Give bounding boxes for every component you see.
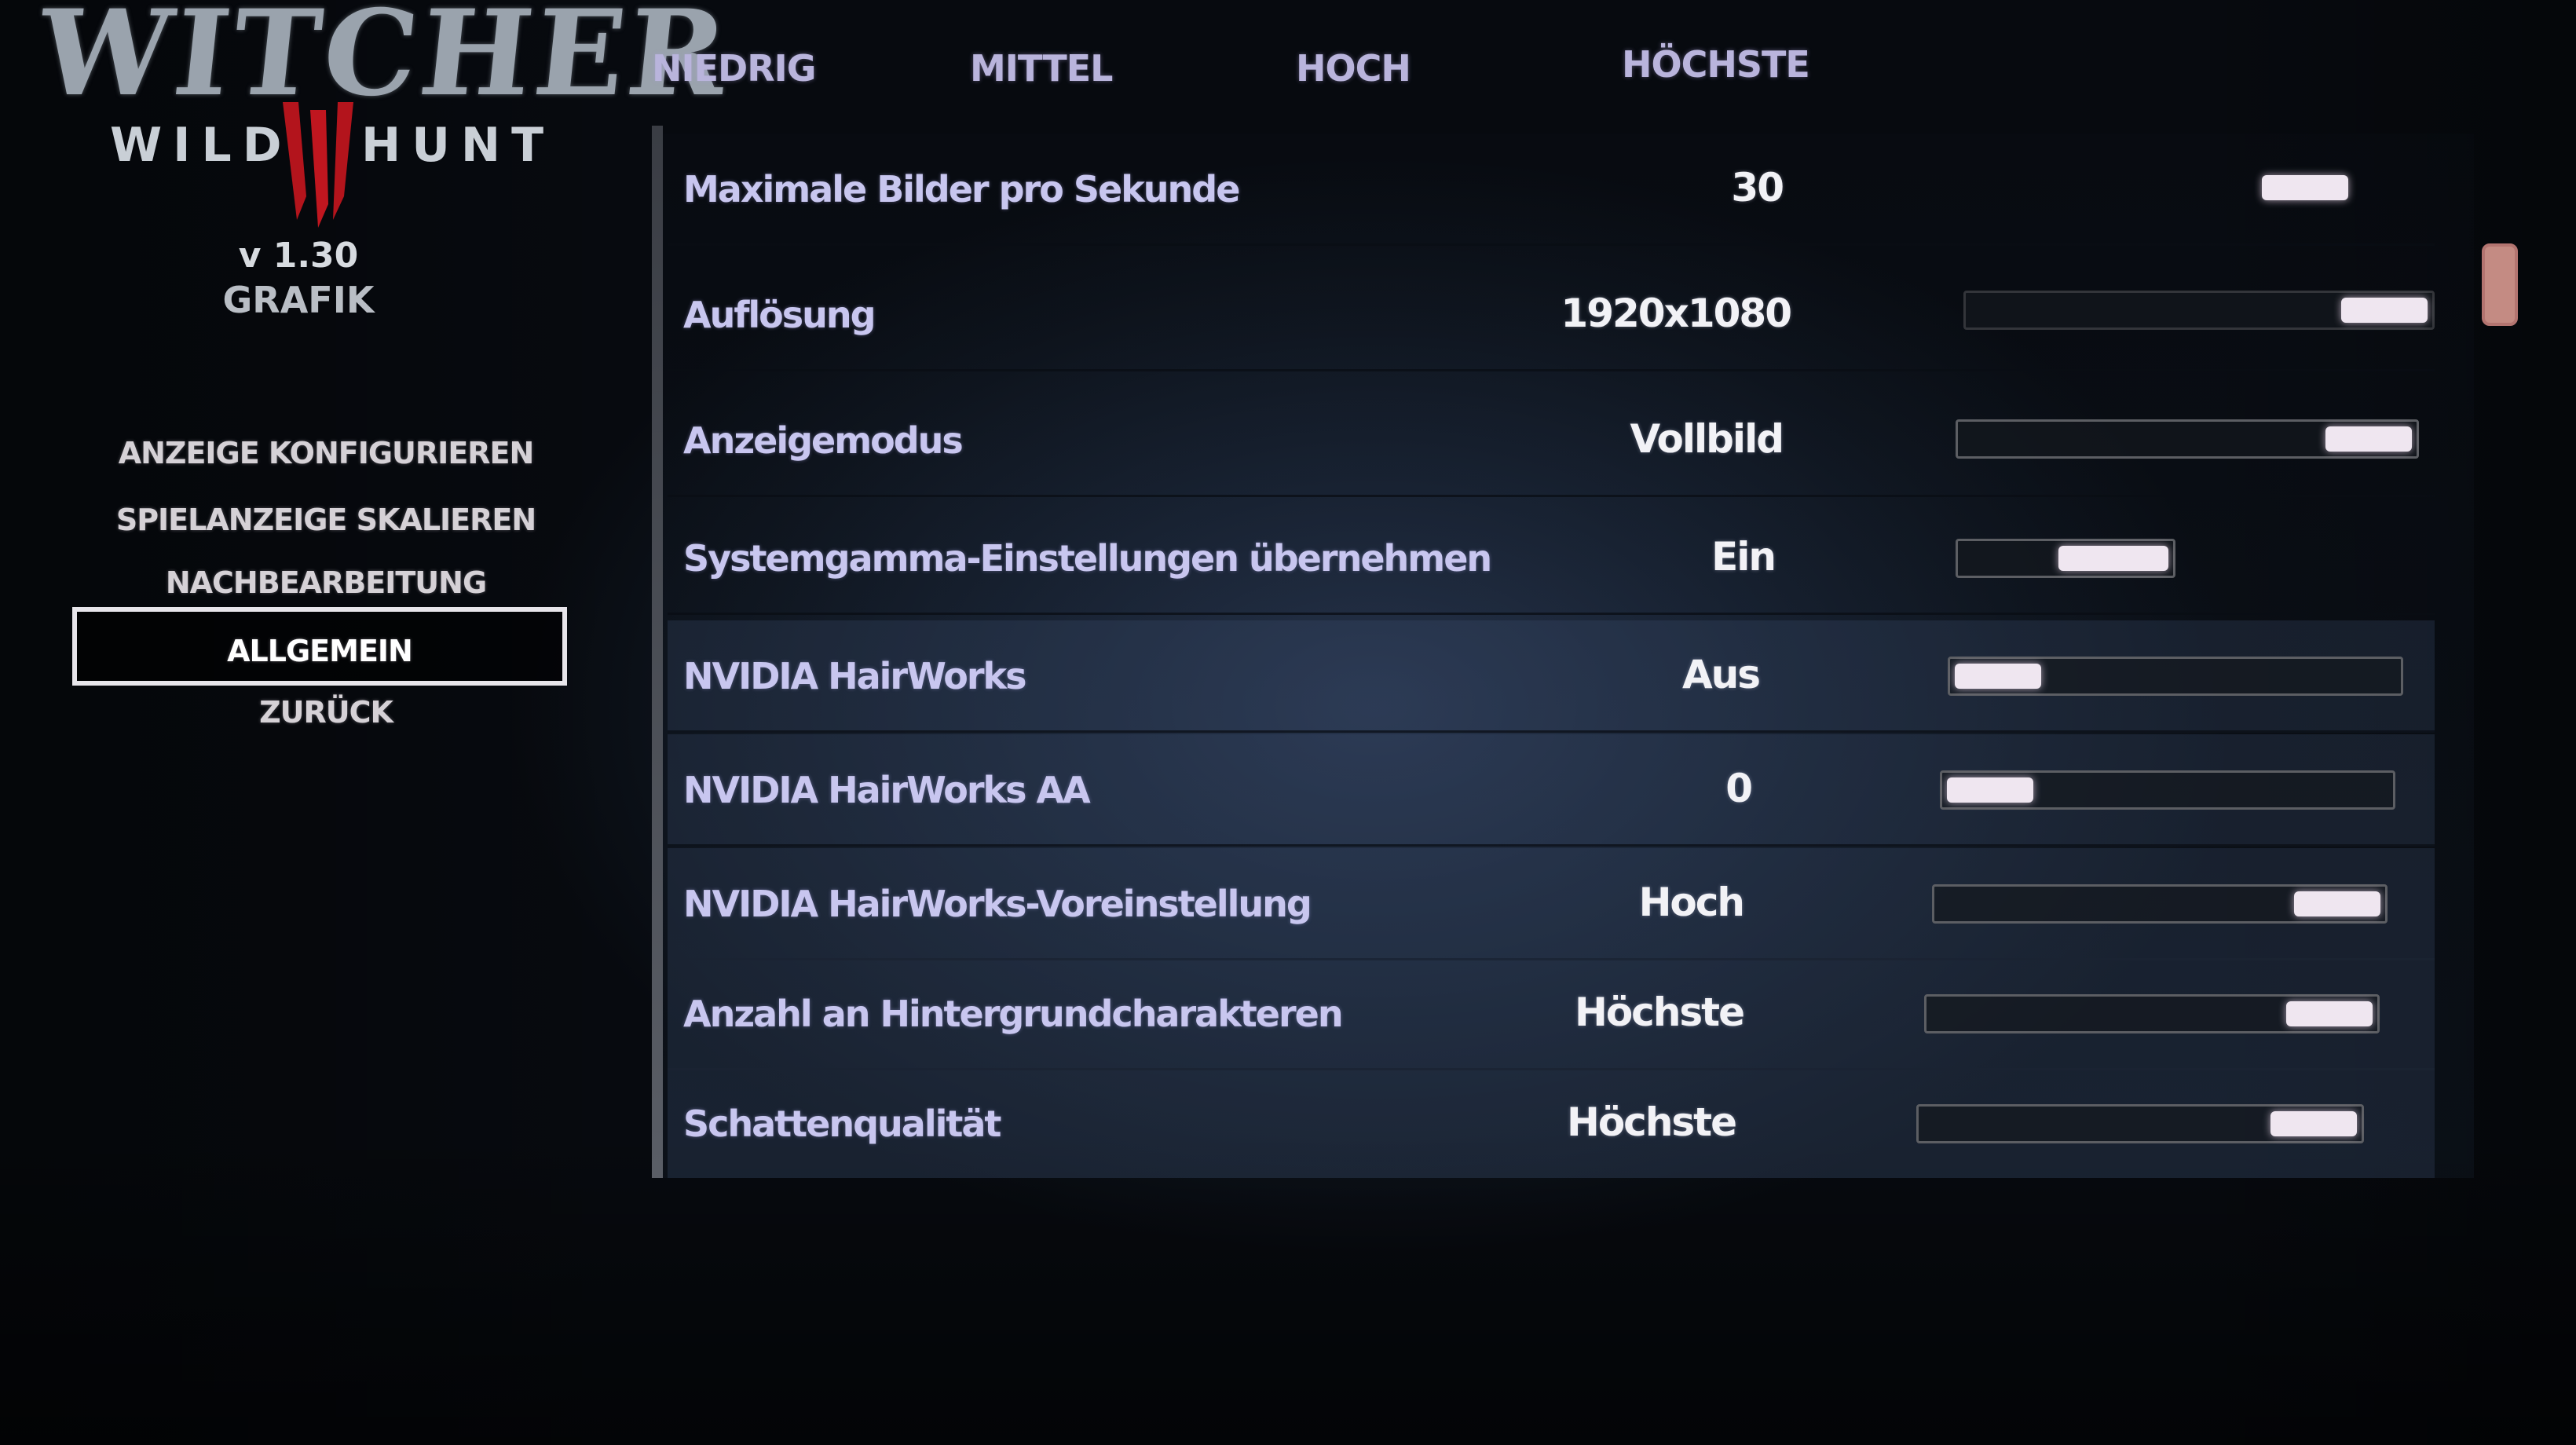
panel-edge (652, 126, 663, 1178)
preset-high[interactable]: HOCH (1296, 47, 1411, 90)
setting-row-resolution[interactable]: Auflösung 1920x1080 (668, 259, 2435, 371)
toggle-thumb[interactable] (2058, 546, 2168, 571)
setting-toggle[interactable] (1956, 539, 2175, 578)
preset-highest[interactable]: HÖCHSTE (1622, 43, 1810, 86)
setting-value: Höchste (1574, 990, 1745, 1035)
setting-row-system-gamma[interactable]: Systemgamma-Einstellungen übernehmen Ein (668, 503, 2435, 615)
game-logo: WITCHER WILD HUNT (31, 0, 737, 236)
slider-thumb[interactable] (2294, 891, 2380, 916)
preset-medium[interactable]: MITTEL (970, 47, 1113, 90)
slider-thumb[interactable] (1955, 664, 2041, 689)
setting-value: 0 (1725, 766, 1753, 811)
nav-item-post-processing[interactable]: NACHBEARBEITUNG (79, 565, 573, 600)
setting-slider[interactable] (1893, 168, 2395, 207)
scrollbar-thumb[interactable] (2482, 243, 2518, 326)
setting-label: NVIDIA HairWorks (683, 655, 1026, 697)
setting-label: NVIDIA HairWorks-Voreinstellung (683, 883, 1312, 925)
setting-value: 1920x1080 (1561, 291, 1792, 336)
slider-thumb[interactable] (2341, 298, 2428, 323)
nav-item-back[interactable]: ZURÜCK (79, 695, 573, 730)
setting-label: Anzahl an Hintergrundcharakteren (683, 993, 1344, 1035)
setting-slider[interactable] (1932, 884, 2388, 924)
setting-row-hairworks[interactable]: NVIDIA HairWorks Aus (668, 620, 2435, 733)
slider-thumb[interactable] (2286, 1001, 2373, 1026)
wolf-claw-icon (283, 102, 353, 228)
slider-thumb[interactable] (1947, 777, 2033, 803)
setting-row-shadow-quality[interactable]: Schattenqualität Höchste (668, 1068, 2435, 1178)
setting-value: Höchste (1566, 1099, 1737, 1145)
setting-row-max-fps[interactable]: Maximale Bilder pro Sekunde 30 (668, 134, 2435, 246)
setting-slider[interactable] (1940, 770, 2395, 810)
setting-value: Aus (1681, 652, 1761, 697)
setting-slider[interactable] (1924, 994, 2380, 1033)
setting-label: NVIDIA HairWorks AA (683, 769, 1091, 811)
nav-item-display-config[interactable]: ANZEIGE KONFIGURIEREN (79, 436, 573, 470)
preset-low[interactable]: NIEDRIG (652, 47, 817, 90)
setting-row-hairworks-preset[interactable]: NVIDIA HairWorks-Voreinstellung Hoch (668, 848, 2435, 960)
setting-value: Ein (1711, 534, 1776, 580)
setting-label: Maximale Bilder pro Sekunde (683, 168, 1240, 210)
slider-thumb[interactable] (2270, 1111, 2357, 1136)
nav-item-scale-hud[interactable]: SPIELANZEIGE SKALIEREN (79, 503, 573, 537)
slider-thumb[interactable] (2261, 175, 2348, 200)
nav-item-general-selected[interactable]: ALLGEMEIN (72, 607, 567, 686)
section-title: GRAFIK (222, 279, 375, 321)
version-label: v 1.30 (238, 236, 359, 276)
setting-row-background-characters[interactable]: Anzahl an Hintergrundcharakteren Höchste (668, 958, 2435, 1070)
setting-slider[interactable] (1956, 419, 2419, 459)
logo-wild: WILD (110, 118, 293, 173)
setting-slider[interactable] (1916, 1104, 2364, 1143)
slider-thumb[interactable] (2325, 426, 2412, 452)
setting-row-hairworks-aa[interactable]: NVIDIA HairWorks AA 0 (668, 734, 2435, 847)
setting-label: Systemgamma-Einstellungen übernehmen (683, 537, 1492, 580)
setting-value: 30 (1731, 165, 1784, 210)
setting-label: Auflösung (683, 294, 876, 336)
setting-label: Schattenqualität (683, 1103, 1001, 1145)
setting-value: Hoch (1638, 880, 1745, 925)
setting-slider[interactable] (1948, 657, 2403, 696)
setting-value: Vollbild (1630, 416, 1784, 462)
setting-row-display-mode[interactable]: Anzeigemodus Vollbild (668, 385, 2435, 497)
setting-label: Anzeigemodus (683, 419, 964, 462)
setting-slider[interactable] (1963, 291, 2435, 330)
logo-hunt: HUNT (361, 118, 555, 173)
